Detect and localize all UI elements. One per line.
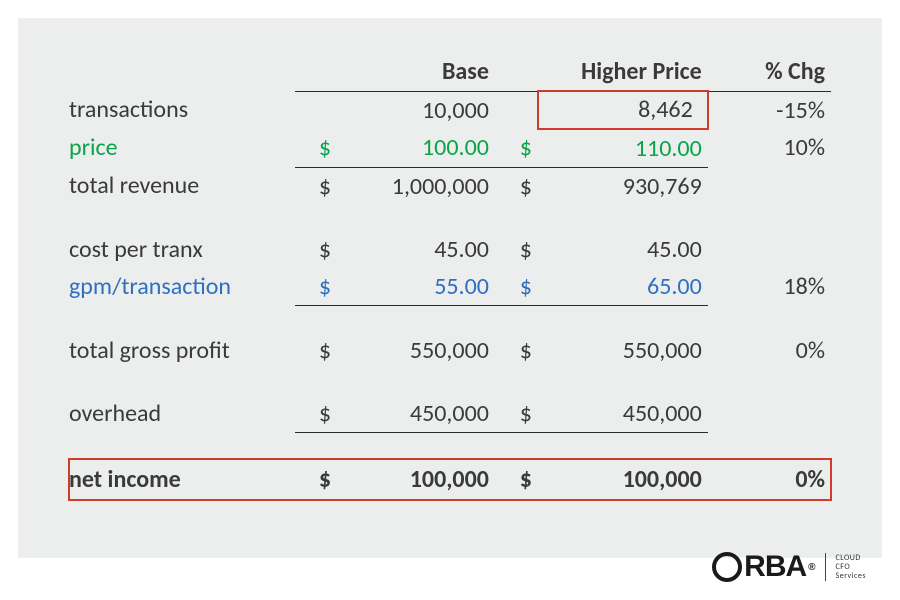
row-cost-per-tranx: cost per tranx $ 45.00 $ 45.00 xyxy=(69,231,831,268)
higher-val-overhead: 450,000 xyxy=(538,395,708,433)
higher-val-tgp: 550,000 xyxy=(538,332,708,369)
higher-cur-total-revenue: $ xyxy=(495,167,538,205)
higher-val-total-revenue: 930,769 xyxy=(538,167,708,205)
brand-logo: RBA ® xyxy=(712,550,814,584)
header-pct-chg: % Chg xyxy=(708,53,831,91)
higher-cur-transactions xyxy=(495,91,538,129)
registered-icon: ® xyxy=(808,562,814,573)
brand-subtitle: CLOUD CFO Services xyxy=(836,554,866,581)
base-val-tgp: 550,000 xyxy=(337,332,495,369)
base-val-transactions: 10,000 xyxy=(337,91,495,129)
label-total-revenue: total revenue xyxy=(69,167,295,205)
chg-cost xyxy=(708,231,831,268)
higher-cur-gpm: $ xyxy=(495,268,538,306)
header-higher-price: Higher Price xyxy=(495,53,708,91)
spacer-3 xyxy=(69,369,831,395)
page-frame: Base Higher Price % Chg transactions 10,… xyxy=(0,0,900,600)
base-val-gpm: 55.00 xyxy=(337,268,495,306)
base-val-price: 100.00 xyxy=(337,129,495,168)
base-cur-gpm: $ xyxy=(295,268,337,306)
higher-cur-tgp: $ xyxy=(495,332,538,369)
label-net-income: net income xyxy=(69,459,295,500)
chg-overhead xyxy=(708,395,831,433)
base-val-cost: 45.00 xyxy=(337,231,495,268)
higher-cur-cost: $ xyxy=(495,231,538,268)
chg-gpm: 18% xyxy=(708,268,831,306)
higher-val-cost: 45.00 xyxy=(538,231,708,268)
label-overhead: overhead xyxy=(69,395,295,433)
base-val-net: 100,000 xyxy=(337,459,495,500)
higher-cur-net: $ xyxy=(495,459,538,500)
row-gpm-transaction: gpm/transaction $ 55.00 $ 65.00 18% xyxy=(69,268,831,306)
base-cur-net: $ xyxy=(295,459,337,500)
base-val-overhead: 450,000 xyxy=(337,395,495,433)
chg-net: 0% xyxy=(708,459,831,500)
chg-total-revenue xyxy=(708,167,831,205)
header-base: Base xyxy=(295,53,495,91)
higher-val-price: 110.00 xyxy=(538,129,708,168)
base-val-total-revenue: 1,000,000 xyxy=(337,167,495,205)
label-cost-per-tranx: cost per tranx xyxy=(69,231,295,268)
base-cur-transactions xyxy=(295,91,337,129)
orb-icon xyxy=(712,552,742,582)
header-row: Base Higher Price % Chg xyxy=(69,53,831,91)
base-cur-cost: $ xyxy=(295,231,337,268)
row-net-income: net income $ 100,000 $ 100,000 0% xyxy=(69,459,831,500)
brand-sub3: Services xyxy=(836,571,866,581)
row-price: price $ 100.00 $ 110.00 10% xyxy=(69,129,831,168)
base-cur-overhead: $ xyxy=(295,395,337,433)
chg-tgp: 0% xyxy=(708,332,831,369)
row-overhead: overhead $ 450,000 $ 450,000 xyxy=(69,395,831,433)
base-cur-price: $ xyxy=(295,129,337,168)
spacer-1 xyxy=(69,205,831,231)
table-panel: Base Higher Price % Chg transactions 10,… xyxy=(18,18,882,558)
spacer-2 xyxy=(69,305,831,332)
chg-transactions: -15% xyxy=(708,91,831,129)
brand-name: RBA xyxy=(744,550,806,584)
base-cur-tgp: $ xyxy=(295,332,337,369)
label-transactions: transactions xyxy=(69,91,295,129)
base-cur-total-revenue: $ xyxy=(295,167,337,205)
label-price: price xyxy=(69,129,295,168)
higher-cur-price: $ xyxy=(495,129,538,168)
header-blank xyxy=(69,53,295,91)
label-gpm: gpm/transaction xyxy=(69,268,295,306)
label-tgp: total gross profit xyxy=(69,332,295,369)
higher-val-gpm: 65.00 xyxy=(538,268,708,306)
brand-divider xyxy=(825,553,826,581)
row-total-gross-profit: total gross profit $ 550,000 $ 550,000 0… xyxy=(69,332,831,369)
higher-val-net: 100,000 xyxy=(538,459,708,500)
brand-lockup: RBA ® CLOUD CFO Services xyxy=(712,550,866,584)
row-transactions: transactions 10,000 8,462 -15% xyxy=(69,91,831,129)
higher-cur-overhead: $ xyxy=(495,395,538,433)
chg-price: 10% xyxy=(708,129,831,168)
finance-table: Base Higher Price % Chg transactions 10,… xyxy=(69,53,831,500)
spacer-4 xyxy=(69,432,831,459)
row-total-revenue: total revenue $ 1,000,000 $ 930,769 xyxy=(69,167,831,205)
higher-val-transactions: 8,462 xyxy=(538,91,708,129)
